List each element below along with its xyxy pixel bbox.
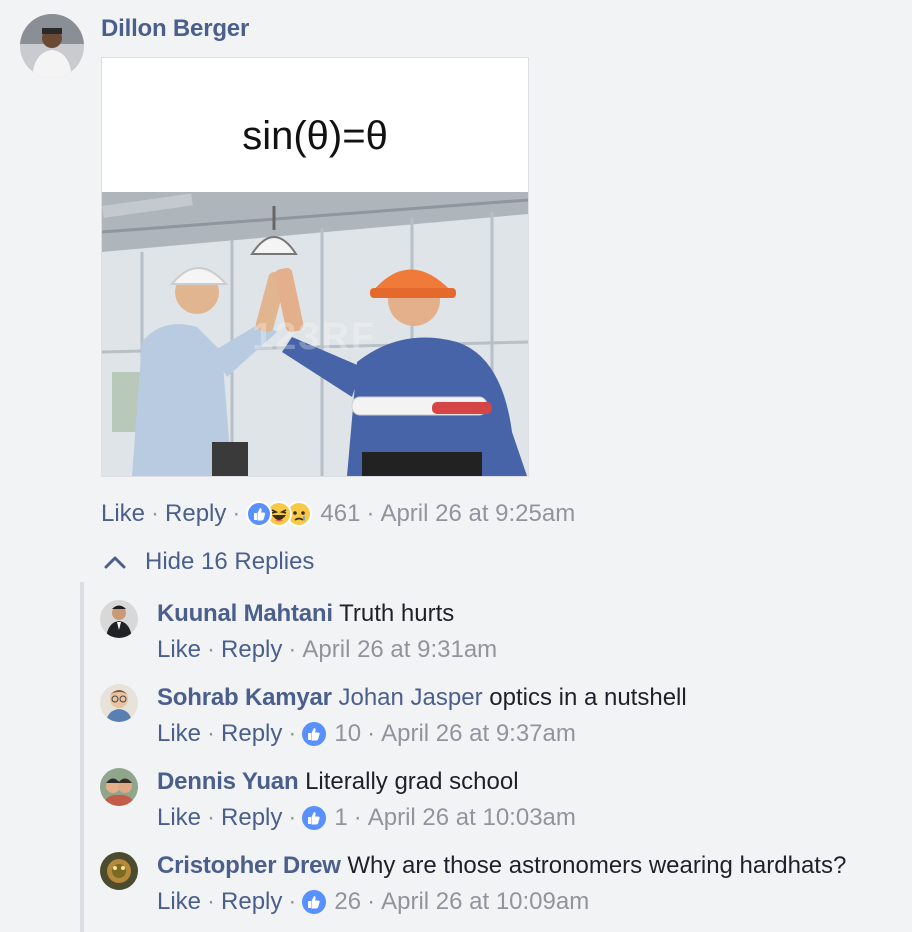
comment-timestamp[interactable]: April 26 at 9:25am: [380, 500, 575, 528]
profile-photo-icon: [100, 684, 138, 722]
reply-reply-link[interactable]: Reply: [221, 720, 282, 748]
comment-like-link[interactable]: Like: [101, 500, 145, 528]
reply-4-actions: Like · Reply · 26 · April 26 at 10:09am: [157, 888, 590, 916]
reply-text: optics in a nutshell: [489, 684, 687, 711]
reply-timestamp[interactable]: April 26 at 9:31am: [302, 636, 497, 664]
reply-like-link[interactable]: Like: [157, 804, 201, 832]
profile-photo-icon: [100, 768, 138, 806]
like-reaction-icon: [246, 501, 273, 527]
reply-reply-link[interactable]: Reply: [221, 804, 282, 832]
reply-3: Dennis Yuan Literally grad school: [157, 768, 519, 796]
reply-timestamp[interactable]: April 26 at 10:09am: [381, 888, 589, 916]
image-watermark: 123RF: [252, 316, 377, 358]
profile-photo-icon: [100, 600, 138, 638]
thumbs-up-icon: [308, 812, 321, 825]
reply-2-actions: Like · Reply · 10 · April 26 at 9:37am: [157, 720, 576, 748]
hide-replies-toggle[interactable]: Hide 16 Replies: [104, 548, 314, 576]
reply-text: Why are those astronomers wearing hardha…: [347, 852, 847, 879]
reply-mention[interactable]: Johan Jasper: [338, 684, 482, 711]
like-badge-icon[interactable]: [302, 722, 327, 746]
avatar-cristopher-drew[interactable]: [100, 852, 138, 890]
reply-author[interactable]: Sohrab Kamyar: [157, 684, 332, 711]
reply-1: Kuunal Mahtani Truth hurts: [157, 600, 454, 628]
thumbs-up-icon: [308, 896, 321, 909]
reply-2: Sohrab Kamyar Johan Jasper optics in a n…: [157, 684, 687, 712]
reply-reply-link[interactable]: Reply: [221, 636, 282, 664]
hide-replies-label: Hide 16 Replies: [145, 548, 315, 575]
reply-author[interactable]: Dennis Yuan: [157, 768, 299, 795]
reply-4: Cristopher Drew Why are those astronomer…: [157, 852, 846, 880]
reply-like-link[interactable]: Like: [157, 636, 201, 664]
reply-reply-link[interactable]: Reply: [221, 888, 282, 916]
profile-photo-icon: [20, 14, 84, 78]
profile-photo-icon: [100, 852, 138, 890]
comment-image[interactable]: sin(θ)=θ 123RF: [101, 57, 529, 477]
reaction-count[interactable]: 461: [320, 500, 360, 528]
like-badge-icon[interactable]: [302, 890, 327, 914]
avatar-kuunal-mahtani[interactable]: [100, 600, 138, 638]
avatar-sohrab-kamyar[interactable]: [100, 684, 138, 722]
reply-like-link[interactable]: Like: [157, 888, 201, 916]
reaction-icons[interactable]: [246, 501, 313, 527]
thumbs-up-icon: [308, 728, 321, 741]
reply-author[interactable]: Cristopher Drew: [157, 852, 341, 879]
reply-3-actions: Like · Reply · 1 · April 26 at 10:03am: [157, 804, 576, 832]
thread-line: [80, 582, 84, 932]
comment-reply-link[interactable]: Reply: [165, 500, 226, 528]
reply-like-count[interactable]: 1: [334, 804, 347, 832]
reply-timestamp[interactable]: April 26 at 9:37am: [381, 720, 576, 748]
reply-like-count[interactable]: 26: [334, 888, 361, 916]
avatar-dillon-berger[interactable]: [20, 14, 84, 78]
comment-actions: Like · Reply · 461 · April 26 at 9:25am: [101, 500, 576, 528]
reply-like-count[interactable]: 10: [334, 720, 361, 748]
chevron-up-icon: [104, 556, 126, 569]
reply-author[interactable]: Kuunal Mahtani: [157, 600, 333, 627]
reply-like-link[interactable]: Like: [157, 720, 201, 748]
comment-author[interactable]: Dillon Berger: [101, 15, 249, 43]
like-badge-icon[interactable]: [302, 806, 327, 830]
reply-1-actions: Like · Reply · April 26 at 9:31am: [157, 636, 498, 664]
reply-timestamp[interactable]: April 26 at 10:03am: [368, 804, 576, 832]
image-caption: sin(θ)=θ: [242, 114, 388, 158]
avatar-dennis-yuan[interactable]: [100, 768, 138, 806]
reply-text: Literally grad school: [305, 768, 519, 795]
reply-text: Truth hurts: [339, 600, 455, 627]
